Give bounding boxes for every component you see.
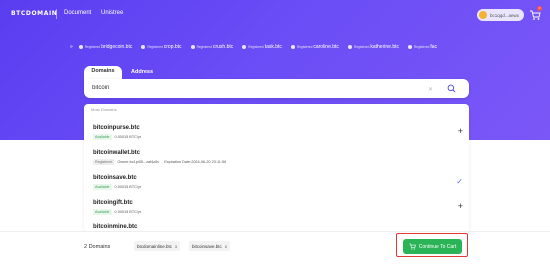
add-to-cart-button[interactable]: + — [458, 202, 463, 211]
close-icon[interactable]: ✕ — [428, 86, 433, 93]
nav-divider — [56, 9, 57, 19]
close-icon[interactable]: x — [175, 244, 177, 249]
tab-domains[interactable]: Domains — [84, 66, 122, 79]
wallet-avatar-icon — [479, 11, 487, 19]
search-panel: ✕ — [84, 79, 469, 98]
domain-name: bitcoinpurse.btc — [93, 125, 140, 131]
list-item[interactable]: bitcoinwallet.btc Registered Owner:bc1p4… — [93, 150, 463, 165]
search-input[interactable] — [92, 85, 392, 91]
selected-domain-chip: bitcoinsave.btc x — [189, 241, 231, 251]
list-item[interactable]: bitcoinpurse.btc Available 0.00015 BTC/y… — [93, 125, 463, 140]
nav-link-document[interactable]: Document — [64, 10, 91, 16]
wallet-address: bc1qqd...aewx — [490, 12, 520, 18]
search-icon[interactable] — [447, 84, 456, 93]
ticker-item: Registered katherine.btc — [347, 44, 399, 50]
domain-name: bitcoinwallet.btc — [93, 150, 141, 156]
selected-domain-chip: btcdomainline.btc x — [134, 241, 181, 251]
check-icon[interactable]: ✓ — [456, 177, 463, 186]
close-icon[interactable]: x — [225, 244, 227, 249]
domain-name: bitcoinmine.btc — [93, 224, 138, 230]
domain-name: bitcoinsave.btc — [93, 175, 137, 181]
registered-ticker: » Registered bridgecoin.btc Registered cro… — [70, 43, 490, 51]
brand-logo[interactable]: BTCDOMAIN — [11, 10, 57, 17]
person-icon — [190, 45, 195, 49]
price-text: 0.00015 BTC/yr — [114, 210, 142, 214]
person-icon — [347, 45, 352, 49]
person-icon — [290, 45, 295, 49]
chip-label: btcdomainline.btc — [137, 243, 173, 249]
person-icon — [408, 45, 412, 49]
ticker-item: Registered caroline.btc — [290, 44, 339, 50]
price-text: 0.00015 BTC/yr — [114, 185, 142, 189]
status-badge: Available — [93, 134, 112, 140]
person-icon — [78, 45, 83, 49]
nav-link-unistree[interactable]: Unistree — [101, 10, 123, 16]
selected-count: 2 Domains — [84, 244, 111, 250]
wallet-button[interactable]: bc1qqd...aewx — [477, 9, 524, 21]
list-item[interactable]: bitcoinsave.btc Available 0.00015 BTC/yr… — [93, 175, 463, 190]
ticker-start-mark: » — [70, 44, 73, 50]
domain-name: bitcoingift.btc — [93, 200, 133, 206]
ticker-item: Registered crop.btc — [141, 44, 182, 50]
owner-text: Owner:bc1p4l5...zaf4z6v — [117, 160, 160, 164]
person-icon — [141, 45, 146, 49]
person-icon — [242, 45, 247, 49]
cart-count-badge: 2 — [537, 6, 542, 11]
list-item[interactable]: bitcoingift.btc Available 0.00015 BTC/yr… — [93, 200, 463, 215]
ticker-item: Registered bridgecoin.btc — [78, 44, 132, 50]
add-to-cart-button[interactable]: + — [458, 127, 463, 136]
chip-label: bitcoinsave.btc — [192, 243, 222, 249]
results-list: Most Domains bitcoinpurse.btc Available … — [84, 104, 469, 232]
results-header: Most Domains — [91, 107, 117, 112]
ticker-item: Registered task.btc — [242, 44, 282, 50]
price-text: 0.00015 BTC/yr — [114, 135, 142, 139]
expiration-text: Expiration Date:2024-06-20 23:11:56 — [164, 160, 227, 164]
status-badge: Available — [93, 209, 112, 215]
status-badge: Available — [93, 184, 112, 190]
ticker-item: Registered fac — [408, 44, 437, 50]
highlight-frame — [396, 233, 468, 257]
top-nav: BTCDOMAIN Document Unistree bc1qqd...aew… — [0, 0, 550, 28]
tab-address[interactable]: Address — [131, 68, 153, 77]
list-item[interactable]: bitcoinmine.btc — [93, 224, 463, 230]
status-badge: Registered — [93, 159, 115, 165]
ticker-item: Registered crush.btc — [190, 44, 233, 50]
